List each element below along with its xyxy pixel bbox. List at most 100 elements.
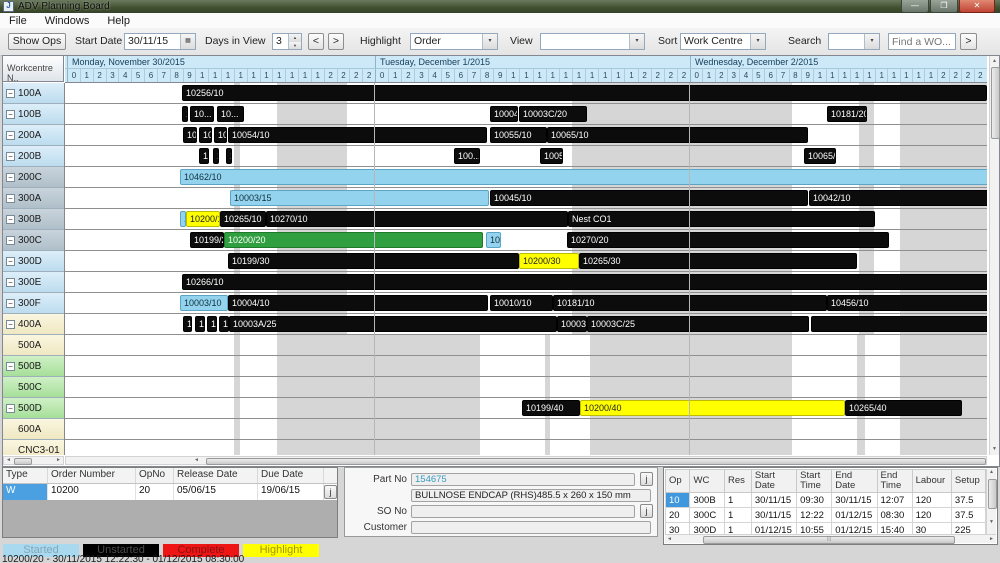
gantt-bar[interactable]: 10010/10	[490, 295, 553, 311]
gantt-bar[interactable]: 10...	[217, 106, 244, 122]
gantt-bar[interactable]: 10004...	[490, 106, 518, 122]
gantt-bar[interactable]: Nest CO1	[568, 211, 875, 227]
gantt-bar[interactable]: 10045/10	[490, 190, 808, 206]
days-in-view-stepper[interactable]: 3 ▲ ▼	[272, 33, 302, 50]
ops-col-header[interactable]: Res	[724, 470, 751, 493]
find-go-button[interactable]: >	[960, 33, 977, 50]
collapse-icon[interactable]: −	[6, 152, 15, 161]
gantt-bar[interactable]: 10...	[486, 232, 501, 248]
collapse-icon[interactable]: −	[6, 173, 15, 182]
ops-col-header[interactable]: WC	[690, 470, 725, 493]
scroll-down-icon[interactable]: ▼	[990, 445, 999, 454]
scroll-thumb[interactable]	[991, 67, 1000, 139]
collapse-icon[interactable]: −	[6, 404, 15, 413]
ops-col-header[interactable]: End Date	[832, 470, 877, 493]
gantt-bar[interactable]: 10200/10	[186, 211, 220, 227]
customer-field[interactable]	[411, 521, 651, 534]
calendar-icon[interactable]: ▦	[180, 34, 195, 49]
minimize-button[interactable]: —	[901, 0, 929, 13]
gantt-bar[interactable]: 1	[226, 148, 232, 164]
workcentre-row[interactable]: −300B	[3, 209, 64, 230]
close-button[interactable]: ✕	[959, 0, 995, 13]
scroll-up-icon[interactable]: ▲	[987, 469, 996, 475]
collapse-icon[interactable]: −	[6, 110, 15, 119]
order-table-row[interactable]: W102002005/06/1519/06/15j	[3, 484, 337, 500]
operations-hscrollbar[interactable]: ◄ ► |||	[665, 534, 996, 543]
gantt-bar[interactable]: 1005...	[540, 148, 563, 164]
gantt-bar[interactable]: 10266/10	[182, 274, 987, 290]
gantt-bar[interactable]: 10199/40	[522, 400, 580, 416]
part-lookup-button[interactable]: j	[640, 472, 653, 486]
workcentre-row[interactable]: 500C	[3, 377, 64, 398]
collapse-icon[interactable]: −	[6, 89, 15, 98]
sort-select[interactable]: Work Centre ▾	[680, 33, 766, 50]
order-lookup-button[interactable]: j	[324, 485, 337, 499]
workcentre-row[interactable]: −200B	[3, 146, 64, 167]
workcentre-row[interactable]: −300C	[3, 230, 64, 251]
show-ops-button[interactable]: Show Ops	[8, 33, 66, 50]
next-day-button[interactable]: >	[328, 33, 344, 50]
operations-vscrollbar[interactable]: ▲ ▼	[986, 469, 996, 535]
gantt-bar[interactable]: 10003C/25	[587, 316, 809, 332]
gantt-bar[interactable]: 10065/...	[804, 148, 836, 164]
find-wo-input[interactable]	[888, 33, 956, 50]
workcentre-row[interactable]: −300D	[3, 251, 64, 272]
gantt-bar[interactable]: 10...	[190, 106, 214, 122]
gantt-bar[interactable]: 10270/10	[266, 211, 568, 227]
gantt-hscrollbar[interactable]: ◄	[65, 456, 987, 465]
gantt-bar[interactable]: 10199/20	[190, 232, 224, 248]
gantt-bar[interactable]: 10003A/25	[229, 316, 557, 332]
workcentre-row[interactable]: −200C	[3, 167, 64, 188]
gantt-bar[interactable]: 10200/30	[519, 253, 579, 269]
gantt-bar[interactable]: 10265/10	[220, 211, 266, 227]
scroll-thumb[interactable]	[206, 458, 986, 465]
gantt-bar[interactable]: 10270/20	[567, 232, 889, 248]
gantt-bar[interactable]: 10065/10	[547, 127, 808, 143]
collapse-icon[interactable]: −	[6, 194, 15, 203]
so-no-field[interactable]	[411, 505, 635, 518]
gantt-bar[interactable]: 10456/10	[827, 295, 987, 311]
collapse-icon[interactable]: −	[6, 299, 15, 308]
gantt-vscrollbar[interactable]: ▲ ▼	[989, 56, 999, 455]
scroll-left-icon[interactable]: ◄	[192, 457, 201, 464]
gantt-bar[interactable]: 10...	[214, 127, 227, 143]
ops-col-header[interactable]: Labour	[912, 470, 951, 493]
workcentre-row[interactable]: −200A	[3, 125, 64, 146]
workcentre-row[interactable]: −100B	[3, 104, 64, 125]
ops-col-header[interactable]: Setup	[951, 470, 985, 493]
gantt-bar[interactable]: 1...	[183, 316, 192, 332]
part-no-field[interactable]: 154675	[411, 473, 635, 486]
ops-col-header[interactable]: Start Date	[751, 470, 796, 493]
gantt-bar[interactable]: 10181/20	[827, 106, 867, 122]
gantt-bar[interactable]: 10200/40	[580, 400, 845, 416]
scroll-thumb[interactable]	[14, 458, 32, 465]
so-lookup-button[interactable]: j	[640, 504, 653, 518]
highlight-select[interactable]: Order ▾	[410, 33, 498, 50]
gantt-bar[interactable]: 10...	[183, 127, 197, 143]
workcentre-hscrollbar[interactable]: ◄ ►	[3, 456, 64, 465]
gantt-bar[interactable]: 10003C/20	[519, 106, 587, 122]
gantt-bar[interactable]: 10...	[199, 127, 212, 143]
workcentre-row[interactable]: 600A	[3, 419, 64, 440]
scroll-down-icon[interactable]: ▼	[987, 519, 996, 525]
workcentre-row[interactable]: −300E	[3, 272, 64, 293]
ops-row[interactable]: 10300B130/11/1509:3030/11/1512:0712037.5	[666, 493, 986, 508]
menu-windows[interactable]: Windows	[36, 15, 99, 27]
restore-button[interactable]: ❐	[930, 0, 958, 13]
spin-up-icon[interactable]: ▲	[289, 34, 301, 42]
gantt-bar[interactable]: 10003/10	[180, 295, 228, 311]
start-date-picker[interactable]: 30/11/15 ▦	[124, 33, 196, 50]
gantt-bar[interactable]: 10004/10	[228, 295, 488, 311]
ops-row[interactable]: 20300C130/11/1512:2201/12/1508:3012037.5	[666, 508, 986, 523]
gantt-bar[interactable]: 10265/40	[845, 400, 962, 416]
prev-day-button[interactable]: <	[308, 33, 324, 50]
scroll-left-icon[interactable]: ◄	[665, 536, 674, 543]
workcentre-row[interactable]: −300F	[3, 293, 64, 314]
collapse-icon[interactable]: −	[6, 215, 15, 224]
collapse-icon[interactable]: −	[6, 278, 15, 287]
ops-col-header[interactable]: End Time	[877, 470, 912, 493]
gantt-bar[interactable]: 10054/10	[228, 127, 487, 143]
workcentre-row[interactable]: CNC3-01	[3, 440, 64, 455]
workcentre-row[interactable]: −500D	[3, 398, 64, 419]
menu-help[interactable]: Help	[98, 15, 139, 27]
